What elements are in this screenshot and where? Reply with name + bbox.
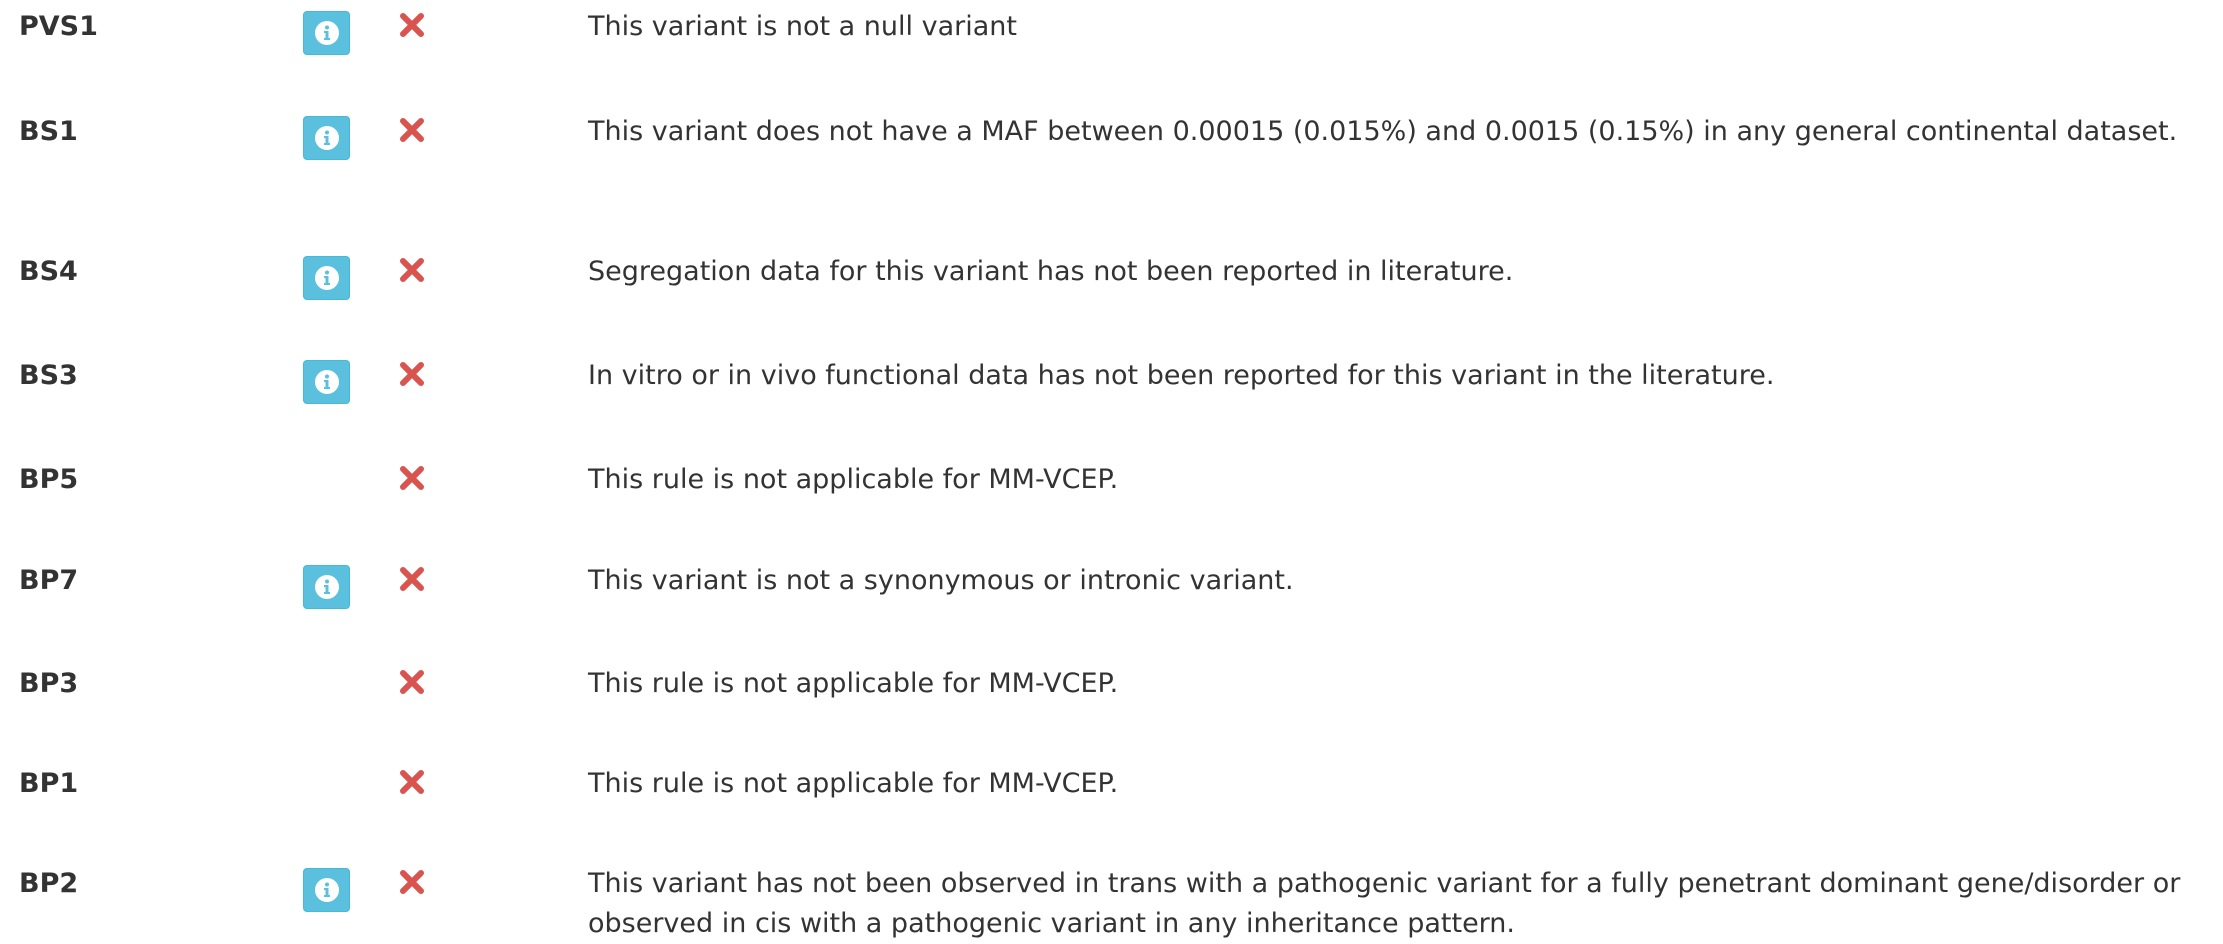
rule-description: This variant is not a null variant [588, 11, 1017, 42]
close-icon [398, 565, 426, 593]
rule-description: This rule is not applicable for MM-VCEP. [588, 668, 1119, 699]
info-icon [314, 126, 339, 150]
info-button[interactable] [303, 868, 350, 912]
rule-description: This variant has not been observed in tr… [588, 868, 2181, 939]
info-button[interactable] [303, 565, 350, 609]
rule-code: BP5 [19, 464, 79, 495]
rule-code: BS4 [19, 256, 78, 287]
rule-description: Segregation data for this variant has no… [588, 256, 1514, 287]
info-icon [314, 575, 339, 599]
rules-list: PVS1 This variant is not a null variant … [0, 0, 2223, 941]
close-icon [398, 868, 426, 896]
rule-description: In vitro or in vivo functional data has … [588, 360, 1775, 391]
close-icon [398, 116, 426, 144]
rule-code: BS1 [19, 116, 78, 147]
rule-code: BP2 [19, 868, 79, 899]
rule-code: BP7 [19, 565, 79, 596]
close-icon [398, 11, 426, 39]
info-icon [314, 266, 339, 290]
info-button[interactable] [303, 116, 350, 160]
rule-description: This variant does not have a MAF between… [588, 116, 2178, 147]
rule-description: This variant is not a synonymous or intr… [588, 565, 1294, 596]
rule-description: This rule is not applicable for MM-VCEP. [588, 464, 1119, 495]
rule-code: BP1 [19, 768, 79, 799]
close-icon [398, 256, 426, 284]
info-button[interactable] [303, 256, 350, 300]
close-icon [398, 464, 426, 492]
info-icon [314, 370, 339, 394]
close-icon [398, 768, 426, 796]
rule-code: BS3 [19, 360, 78, 391]
close-icon [398, 360, 426, 388]
info-icon [314, 878, 339, 902]
rule-code: BP3 [19, 668, 79, 699]
rule-description: This rule is not applicable for MM-VCEP. [588, 768, 1119, 799]
info-icon [314, 21, 339, 45]
close-icon [398, 668, 426, 696]
info-button[interactable] [303, 11, 350, 55]
rule-code: PVS1 [19, 11, 98, 42]
info-button[interactable] [303, 360, 350, 404]
